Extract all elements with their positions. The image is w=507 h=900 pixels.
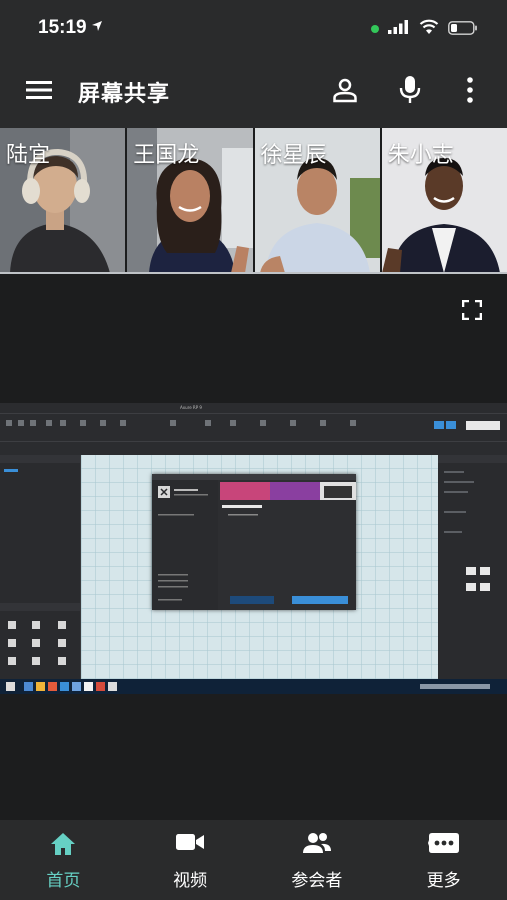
- participant-name: 陆宜: [6, 143, 51, 168]
- divider: [0, 272, 507, 274]
- mic-active-indicator: [371, 25, 379, 33]
- status-bar: 15:19: [0, 0, 507, 58]
- nav-more[interactable]: 更多: [380, 820, 507, 900]
- participant-tile[interactable]: 徐星辰: [254, 128, 382, 273]
- toolbar-icons: [0, 413, 507, 442]
- video-camera-icon: [176, 834, 205, 850]
- participant-tile[interactable]: 王国龙: [127, 128, 255, 273]
- status-time: 15:19: [38, 17, 87, 38]
- participant-tile[interactable]: 陆宜: [0, 128, 128, 273]
- participant-strip: 陆宜 王国龙 徐星辰 朱小志: [0, 128, 507, 273]
- microphone-icon[interactable]: [399, 76, 421, 104]
- person-icon[interactable]: [332, 77, 358, 103]
- nav-participants-label: 参会者: [291, 871, 343, 891]
- battery-icon: [448, 21, 477, 35]
- nav-video[interactable]: 视频: [127, 820, 254, 900]
- shared-left-panel: [0, 455, 81, 679]
- participant-name: 朱小志: [387, 143, 454, 168]
- shared-app-toolbar: Axure RP 9: [0, 403, 507, 455]
- nav-participants[interactable]: 参会者: [254, 820, 381, 900]
- people-icon: [302, 833, 331, 853]
- nav-home-label: 首页: [46, 871, 81, 891]
- more-chat-icon: [427, 833, 459, 853]
- nav-more-label: 更多: [426, 871, 461, 891]
- location-arrow-icon: [92, 21, 102, 31]
- nav-home[interactable]: 首页: [0, 820, 127, 900]
- wifi-icon: [419, 19, 439, 34]
- page-title: 屏幕共享: [78, 82, 171, 107]
- participant-name: 王国龙: [133, 143, 200, 168]
- shared-right-panel: [438, 455, 507, 679]
- participant-name: 徐星辰: [260, 143, 327, 168]
- shared-welcome-dialog: [152, 474, 356, 610]
- participant-tile[interactable]: 朱小志: [381, 128, 507, 273]
- nav-video-label: 视频: [173, 871, 208, 891]
- cellular-signal-icon: [388, 20, 408, 34]
- more-vertical-icon[interactable]: [466, 77, 474, 103]
- fullscreen-icon[interactable]: [462, 300, 482, 320]
- app-bar: 屏幕共享: [0, 58, 507, 128]
- home-icon: [51, 833, 76, 855]
- shared-taskbar: [0, 679, 507, 694]
- bottom-navigation: 首页 视频 参会者 更多: [0, 820, 507, 900]
- hamburger-menu-icon[interactable]: [26, 80, 52, 100]
